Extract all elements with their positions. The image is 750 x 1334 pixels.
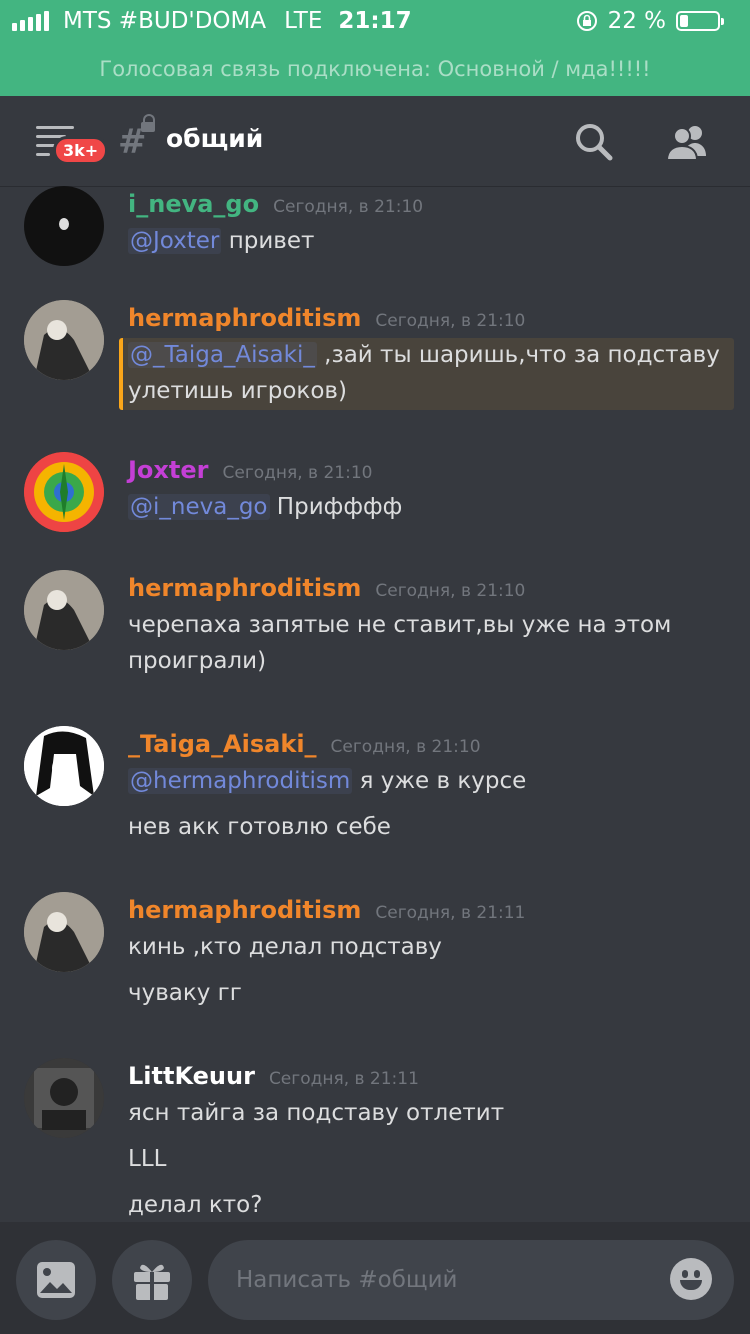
avatar[interactable] (24, 186, 104, 266)
message-author[interactable]: hermaphroditism Сегодня, в 21:10 (128, 574, 525, 602)
message-author[interactable]: hermaphroditism Сегодня, в 21:11 (128, 896, 525, 924)
message-text: улетишь игроков) (128, 378, 347, 404)
battery-icon (676, 11, 724, 31)
message-text: черепаха запятые не ставит,вы уже на это… (128, 612, 672, 638)
avatar[interactable] (24, 892, 104, 972)
message-text: кинь ,кто делал подставу (128, 934, 442, 960)
message-input[interactable]: Написать #общий (208, 1240, 734, 1320)
message-timestamp: Сегодня, в 21:10 (375, 581, 526, 601)
avatar[interactable] (24, 300, 104, 380)
channel-title: общий (166, 124, 264, 153)
avatar[interactable] (24, 726, 104, 806)
message-text: делал кто? (128, 1192, 263, 1218)
avatar[interactable] (24, 570, 104, 650)
attach-image-button[interactable] (16, 1240, 96, 1320)
message-author[interactable]: i_neva_go Сегодня, в 21:10 (128, 190, 423, 218)
members-icon[interactable] (664, 118, 712, 166)
message-author[interactable]: LittKeuur Сегодня, в 21:11 (128, 1062, 419, 1090)
message-input-placeholder: Написать #общий (236, 1267, 458, 1293)
user-mention[interactable]: @Joxter (128, 228, 222, 254)
message-list[interactable]: i_neva_go Сегодня, в 21:10 @Joxter привет… (0, 186, 750, 1222)
message-timestamp: Сегодня, в 21:10 (273, 197, 424, 217)
message-text: @i_neva_go Прифффф (128, 494, 403, 520)
emoji-icon[interactable] (670, 1258, 712, 1300)
message-author[interactable]: Joxter Сегодня, в 21:10 (128, 456, 372, 484)
user-mention[interactable]: @hermaphroditism (128, 768, 353, 794)
message-text: нев акк готовлю себе (128, 814, 391, 840)
message-timestamp: Сегодня, в 21:10 (330, 737, 481, 757)
message-text: @hermaphroditism я уже в курсе (128, 768, 527, 794)
status-bar: MTS #BUD'DOMA LTE 21:17 22 % (0, 0, 750, 42)
message-composer: Написать #общий (0, 1222, 750, 1334)
message-text: проиграли) (128, 648, 267, 674)
orientation-lock-icon (576, 11, 597, 31)
message-timestamp: Сегодня, в 21:10 (222, 463, 373, 483)
lock-icon (141, 114, 155, 132)
message-text: чуваку гг (128, 980, 242, 1006)
message-author[interactable]: _Taiga_Aisaki_ Сегодня, в 21:10 (128, 730, 481, 758)
image-icon (37, 1262, 75, 1298)
message-text: LLL (128, 1146, 167, 1172)
status-right: 22 % (576, 8, 724, 34)
voice-connected-banner[interactable]: Голосовая связь подключена: Основной / м… (0, 42, 750, 96)
avatar[interactable] (24, 452, 104, 532)
unread-badge: 3k+ (53, 136, 109, 165)
battery-percent: 22 % (607, 8, 666, 34)
gift-button[interactable] (112, 1240, 192, 1320)
search-icon[interactable] (570, 118, 618, 166)
user-mention[interactable]: @i_neva_go (128, 494, 270, 520)
message-text: @Joxter привет (128, 228, 315, 254)
avatar[interactable] (24, 1058, 104, 1138)
channel-header: 3k+ # общий (0, 96, 750, 187)
message-text: ясн тайга за подставу отлетит (128, 1100, 505, 1126)
message-author[interactable]: hermaphroditism Сегодня, в 21:10 (128, 304, 525, 332)
message-timestamp: Сегодня, в 21:10 (375, 311, 526, 331)
user-mention[interactable]: @_Taiga_Aisaki_ (128, 342, 317, 368)
message-timestamp: Сегодня, в 21:11 (268, 1069, 419, 1089)
gift-icon (134, 1264, 170, 1300)
message-text: @_Taiga_Aisaki_ ,зай ты шаришь,что за по… (128, 342, 720, 368)
message-timestamp: Сегодня, в 21:11 (375, 903, 526, 923)
